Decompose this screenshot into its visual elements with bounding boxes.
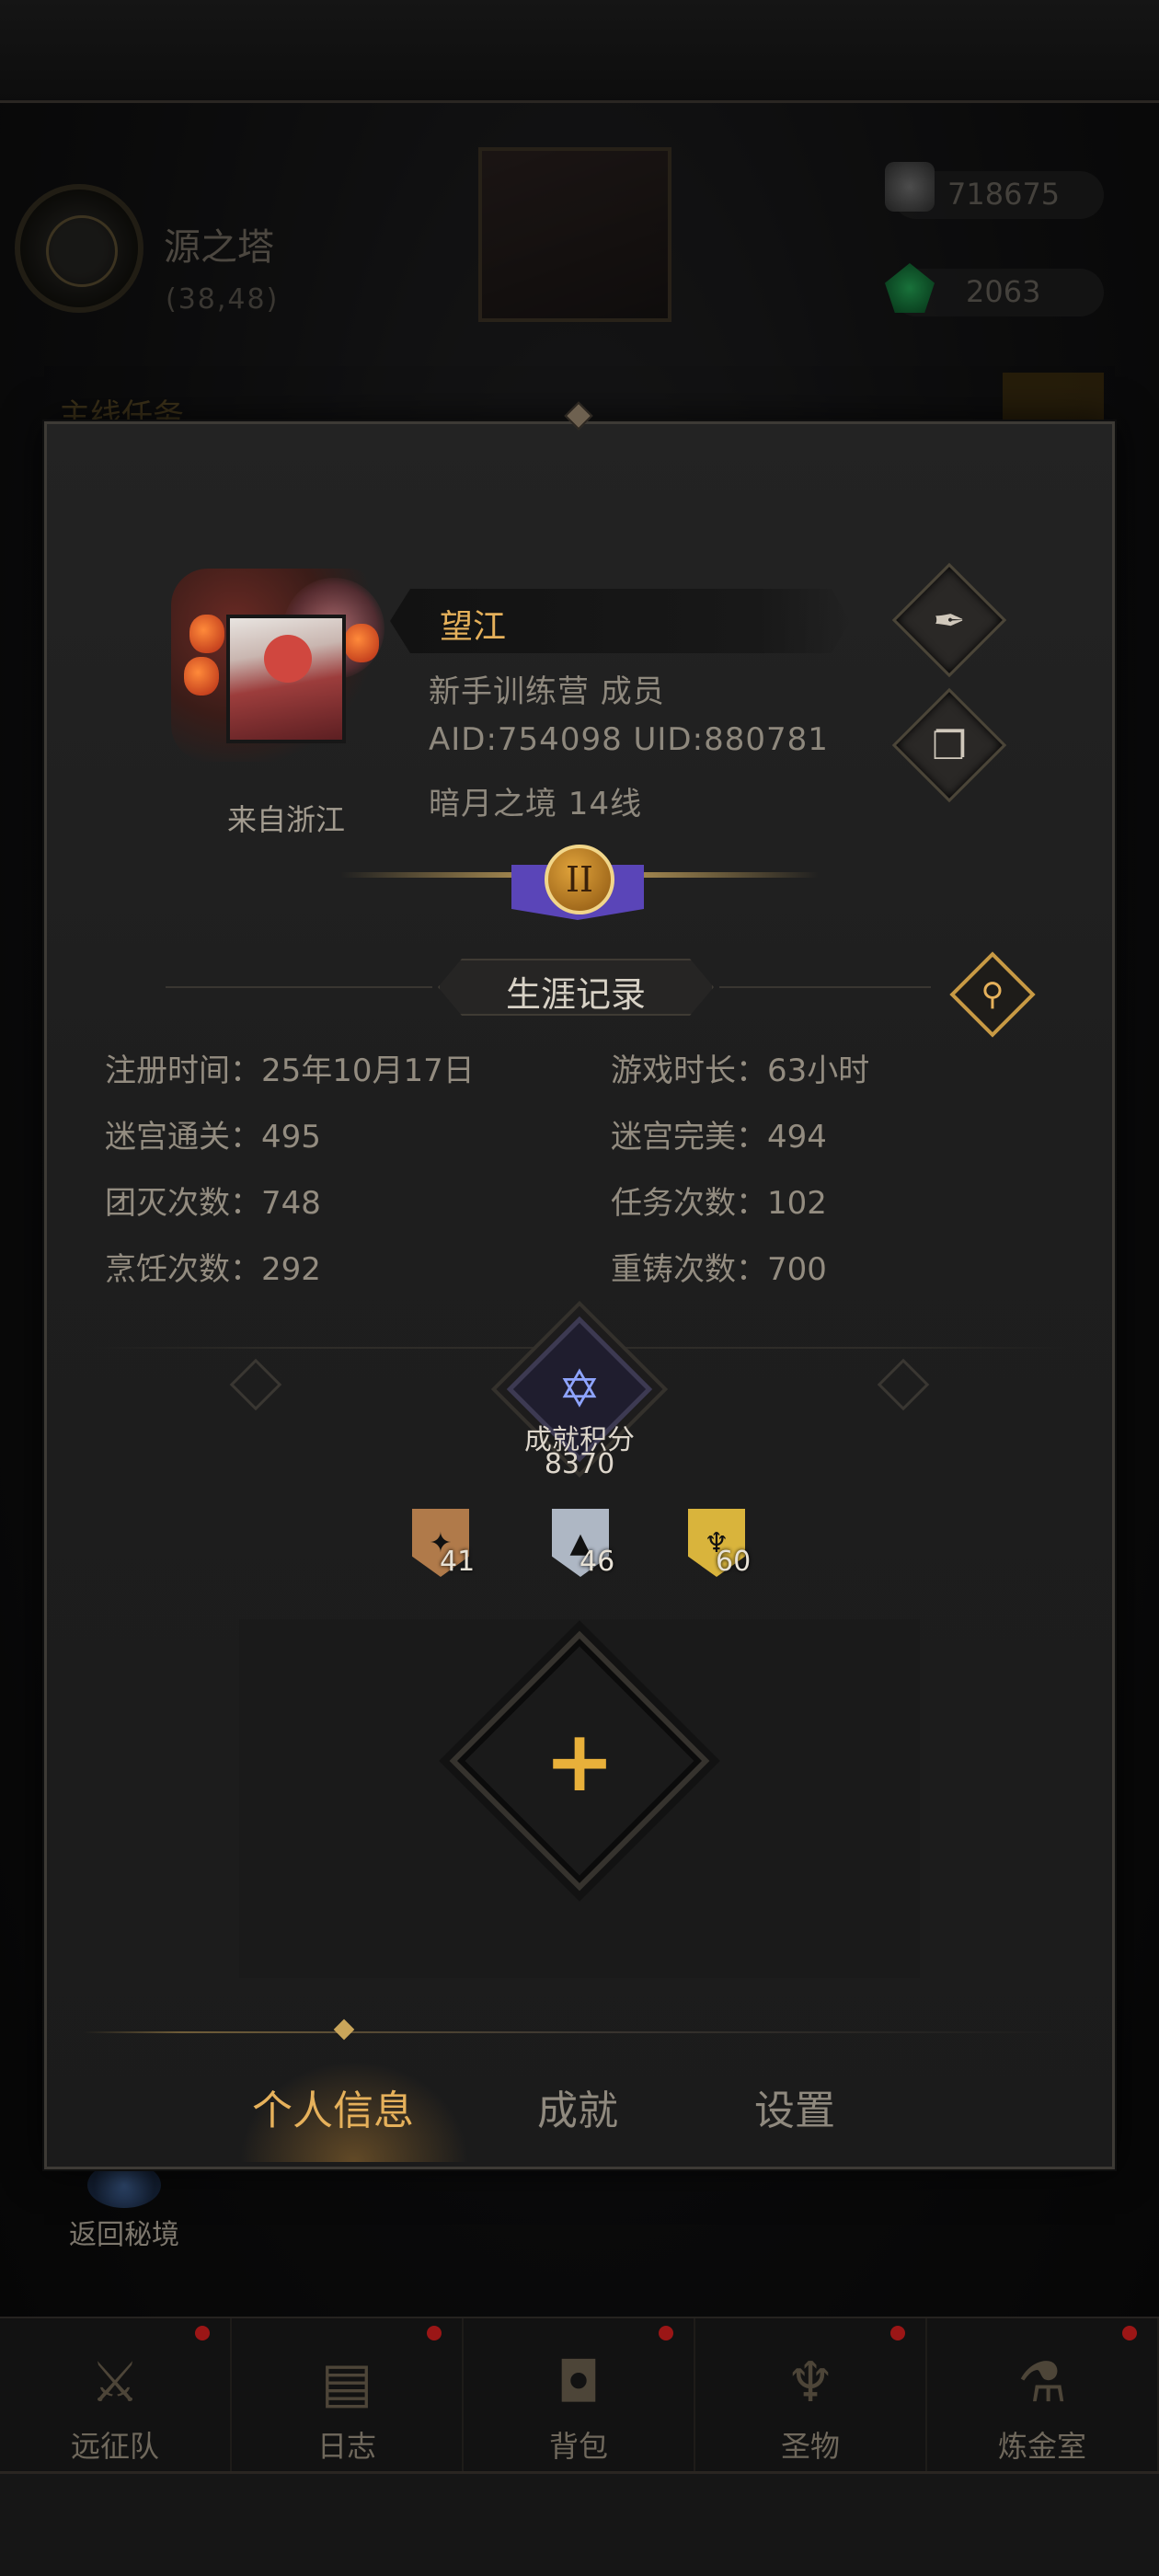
backpack-icon: ◘ [557, 2351, 601, 2415]
tab-settings[interactable]: 设置 [754, 2077, 835, 2136]
nav-item-journal[interactable]: ▤ 日志 [232, 2318, 464, 2471]
player-avatar[interactable] [171, 569, 384, 762]
lantern-icon [184, 657, 219, 696]
gold-tier-badge[interactable]: ♆ 60 [688, 1509, 752, 1582]
tab-personal-info[interactable]: 个人信息 [252, 2077, 414, 2136]
lantern-icon [344, 624, 379, 662]
bronze-tier-badge[interactable]: ✦ 41 [412, 1509, 476, 1582]
tab-achievements[interactable]: 成就 [537, 2077, 618, 2136]
achievement-score-value: 8370 [544, 1448, 615, 1480]
avatar-portrait [226, 615, 346, 743]
magnifier-icon: ⚲ [981, 976, 1004, 1013]
stat-team-wipes: 团灭次数：748 [105, 1185, 321, 1222]
nav-item-backpack[interactable]: ◘ 背包 [464, 2318, 695, 2471]
chalice-icon: ♆ [786, 2351, 835, 2415]
section-line-right [719, 986, 931, 988]
document-icon: ❐ [932, 722, 967, 768]
notification-dot [890, 2326, 905, 2340]
stat-play-time: 游戏时长：63小时 [611, 1052, 870, 1089]
bronze-count: 41 [440, 1546, 476, 1578]
quill-icon: ✒ [933, 597, 966, 643]
return-label: 返回秘境 [69, 2219, 179, 2251]
stat-register-time: 注册时间：25年10月17日 [105, 1052, 475, 1089]
lantern-icon [189, 615, 224, 653]
bottom-bezel [0, 2471, 1159, 2576]
player-name: 望江 [440, 608, 507, 646]
notification-dot [1122, 2326, 1137, 2340]
nav-item-relics[interactable]: ♆ 圣物 [695, 2318, 927, 2471]
nav-label: 日志 [316, 2429, 376, 2464]
nav-label: 远征队 [70, 2429, 159, 2464]
top-bezel [0, 0, 1159, 103]
career-record-title: 生涯记录 [505, 974, 646, 1015]
tab-divider [83, 2031, 1076, 2033]
plus-icon: + [544, 1711, 615, 1811]
nav-label: 圣物 [780, 2429, 840, 2464]
player-ids: AID:754098 UID:880781 [429, 721, 829, 758]
bottom-nav: ⚔ 远征队 ▤ 日志 ◘ 背包 ♆ 圣物 ⚗ 炼金室 [0, 2317, 1159, 2471]
return-secret-realm-button[interactable]: 返回秘境 [55, 2162, 193, 2252]
notification-dot [195, 2326, 210, 2340]
player-guild: 新手训练营 成员 [429, 673, 665, 710]
player-origin: 来自浙江 [226, 802, 345, 837]
nav-item-alchemy[interactable]: ⚗ 炼金室 [927, 2318, 1159, 2471]
journal-icon: ▤ [320, 2351, 373, 2415]
stat-cooking: 烹饪次数：292 [105, 1251, 321, 1288]
notification-dot [659, 2326, 673, 2340]
nav-label: 背包 [548, 2429, 608, 2464]
notification-dot [427, 2326, 442, 2340]
rank-badge[interactable]: II [545, 845, 614, 914]
player-server: 暗月之境 14线 [429, 786, 643, 822]
silver-tier-badge[interactable]: ▲ 46 [552, 1509, 616, 1582]
section-line-left [166, 986, 432, 988]
silver-count: 46 [580, 1546, 615, 1578]
gold-count: 60 [716, 1546, 752, 1578]
avatar-hair [264, 635, 312, 683]
stat-maze-clears: 迷宫通关：495 [105, 1119, 321, 1156]
nav-item-expedition[interactable]: ⚔ 远征队 [0, 2318, 232, 2471]
stat-quests: 任务次数：102 [611, 1185, 827, 1222]
stat-maze-perfect: 迷宫完美：494 [611, 1119, 827, 1156]
alchemy-icon: ⚗ [1017, 2351, 1067, 2415]
nav-label: 炼金室 [997, 2429, 1086, 2464]
stat-reforge: 重铸次数：700 [611, 1251, 827, 1288]
helmet-icon: ⚔ [90, 2351, 140, 2415]
